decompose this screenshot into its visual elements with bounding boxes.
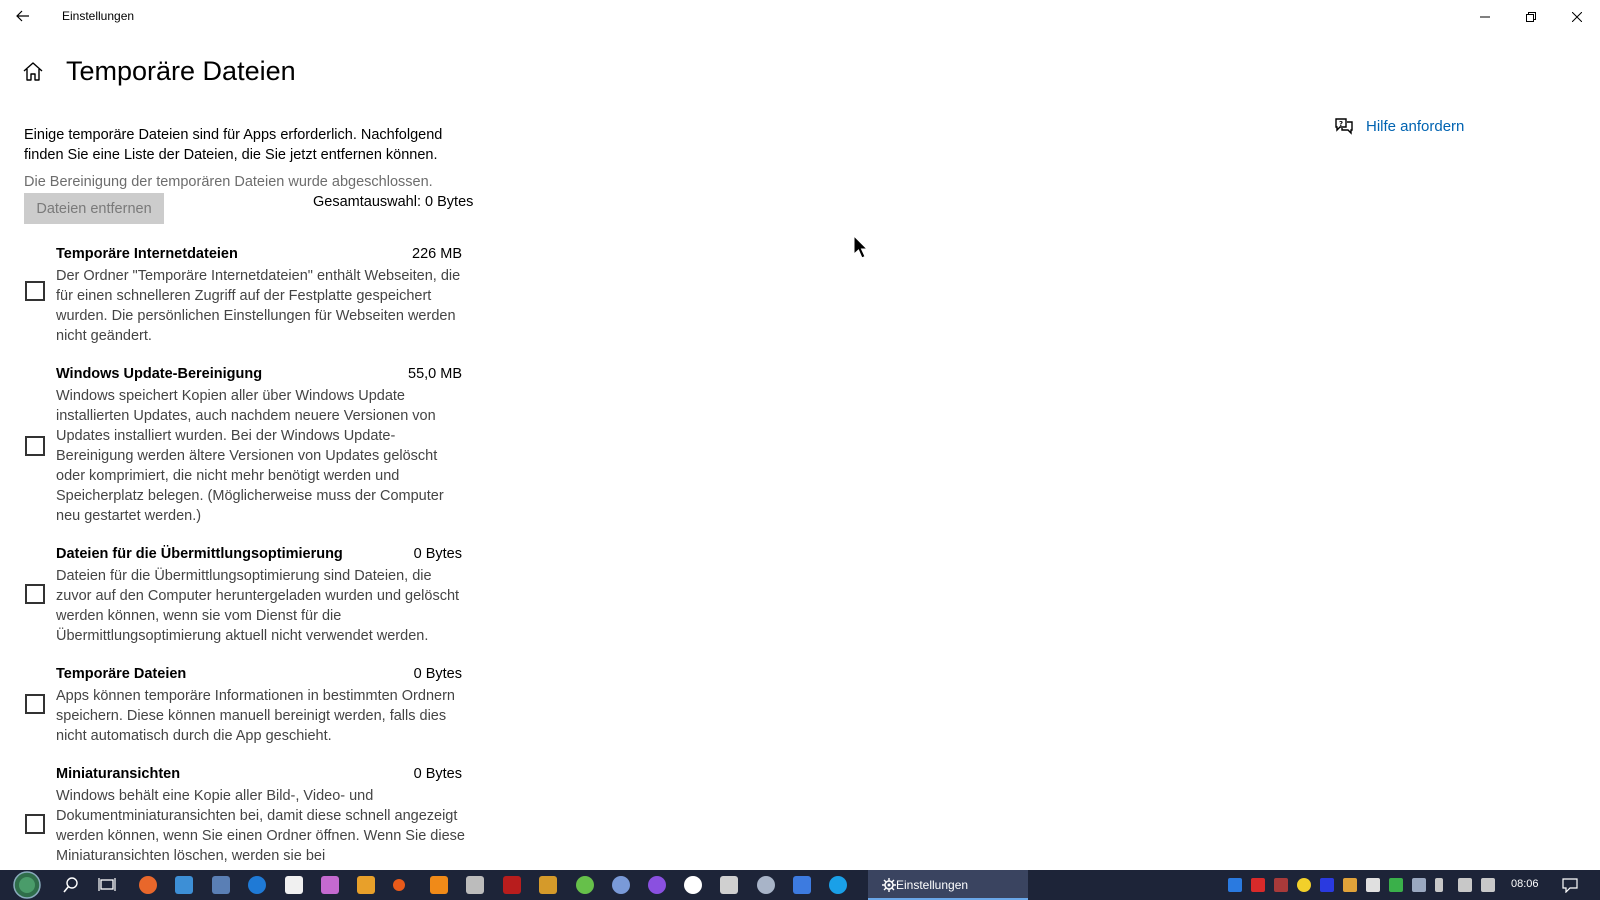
app-icon[interactable] xyxy=(612,876,630,894)
checkbox[interactable] xyxy=(25,436,45,456)
app-icon[interactable] xyxy=(720,876,738,894)
start-orb-icon xyxy=(13,871,41,899)
clock[interactable]: 08:06 xyxy=(1511,878,1539,890)
store-icon[interactable] xyxy=(285,876,303,894)
notification-icon[interactable] xyxy=(1562,877,1578,898)
title-bar: Einstellungen xyxy=(0,0,1600,33)
list-item-delivery-optimization: Dateien für die Übermittlungsoptimierung… xyxy=(24,546,474,646)
tray-app-icon[interactable] xyxy=(1343,878,1357,892)
help-link[interactable]: ? Hilfe anfordern xyxy=(1334,117,1464,135)
intro-text: Einige temporäre Dateien sind für Apps e… xyxy=(24,127,443,163)
tray-app-icon[interactable] xyxy=(1412,878,1426,892)
item-name: Windows Update-Bereinigung xyxy=(56,366,263,382)
app-icon[interactable] xyxy=(393,879,405,891)
app-icon[interactable] xyxy=(248,876,266,894)
item-name: Temporäre Dateien xyxy=(56,666,187,682)
camera-icon[interactable] xyxy=(466,876,484,894)
home-icon[interactable] xyxy=(22,60,46,84)
item-description: Apps können temporäre Informationen in b… xyxy=(56,688,455,744)
app-icon[interactable] xyxy=(757,876,775,894)
item-description: Windows speichert Kopien aller über Wind… xyxy=(56,388,444,524)
item-name: Dateien für die Übermittlungsoptimierung xyxy=(56,546,343,562)
gear-icon xyxy=(882,878,896,892)
bluetooth-icon[interactable] xyxy=(1228,878,1242,892)
taskbar-active-app-label: Einstellungen xyxy=(896,878,969,892)
vlc-icon[interactable] xyxy=(430,876,448,894)
item-size: 0 Bytes xyxy=(413,546,462,562)
search-icon[interactable] xyxy=(62,876,80,899)
app-icon[interactable] xyxy=(539,876,557,894)
checkbox[interactable] xyxy=(25,584,45,604)
list-item-windows-update-cleanup: Windows Update-Bereinigung 55,0 MB Windo… xyxy=(24,366,474,526)
tray-app-icon[interactable] xyxy=(1251,878,1265,892)
item-name: Temporäre Internetdateien xyxy=(56,246,238,262)
checkbox[interactable] xyxy=(25,281,45,301)
tray-app-icon[interactable] xyxy=(1297,878,1311,892)
taskbar: Einstellungen 08:06 xyxy=(0,870,1600,900)
usb-icon[interactable] xyxy=(1435,878,1443,892)
minimize-button[interactable] xyxy=(1462,0,1508,33)
checkbox[interactable] xyxy=(25,694,45,714)
status-text: Die Bereinigung der temporären Dateien w… xyxy=(24,174,433,190)
item-description: Windows behält eine Kopie aller Bild-, V… xyxy=(56,788,465,864)
tray-app-icon[interactable] xyxy=(1320,878,1334,892)
minimize-icon xyxy=(1480,16,1490,17)
app-icon[interactable] xyxy=(212,876,230,894)
app-icon[interactable] xyxy=(576,876,594,894)
task-view-icon[interactable] xyxy=(98,876,116,899)
total-selection: Gesamtauswahl: 0 Bytes xyxy=(313,194,474,210)
item-size: 0 Bytes xyxy=(413,666,462,682)
remove-files-button[interactable]: Dateien entfernen xyxy=(24,193,164,224)
network-icon[interactable] xyxy=(1458,878,1472,892)
item-description: Der Ordner "Temporäre Internetdateien" e… xyxy=(56,268,461,344)
shield-icon[interactable] xyxy=(1389,878,1403,892)
app-icon[interactable] xyxy=(503,876,521,894)
app-icon[interactable] xyxy=(793,876,811,894)
window-title: Einstellungen xyxy=(62,9,135,23)
tray-app-icon[interactable] xyxy=(1274,878,1288,892)
list-item-thumbnails: Miniaturansichten 0 Bytes Windows behält… xyxy=(24,766,474,870)
restore-icon xyxy=(1526,11,1536,22)
item-size: 55,0 MB xyxy=(408,366,462,382)
item-name: Miniaturansichten xyxy=(56,766,181,782)
restore-button[interactable] xyxy=(1508,0,1554,33)
checkbox[interactable] xyxy=(25,814,45,834)
back-arrow-icon[interactable] xyxy=(10,4,36,28)
item-size: 0 Bytes xyxy=(413,766,462,782)
app-icon[interactable] xyxy=(684,876,702,894)
help-link-label[interactable]: Hilfe anfordern xyxy=(1366,118,1464,135)
volume-icon[interactable] xyxy=(1481,878,1495,892)
item-size: 226 MB xyxy=(412,246,462,262)
close-button[interactable] xyxy=(1554,0,1600,33)
app-icon[interactable] xyxy=(175,876,193,894)
item-description: Dateien für die Übermittlungsoptimierung… xyxy=(56,568,460,644)
mail-icon[interactable] xyxy=(1366,878,1380,892)
app-icon[interactable] xyxy=(357,876,375,894)
skype-icon[interactable] xyxy=(829,876,847,894)
svg-text:?: ? xyxy=(1339,120,1343,128)
help-chat-icon: ? xyxy=(1335,118,1353,135)
list-item-temporary-files: Temporäre Dateien 0 Bytes Apps können te… xyxy=(24,666,474,746)
app-icon[interactable] xyxy=(321,876,339,894)
close-icon xyxy=(1572,11,1582,22)
start-button[interactable] xyxy=(8,870,46,900)
list-item-internet-files: Temporäre Internetdateien 226 MB Der Ord… xyxy=(24,246,474,346)
app-icon[interactable] xyxy=(648,876,666,894)
mouse-cursor-icon xyxy=(853,234,869,264)
page-title: Temporäre Dateien xyxy=(66,56,296,86)
magnifier-app-icon[interactable] xyxy=(139,876,157,894)
